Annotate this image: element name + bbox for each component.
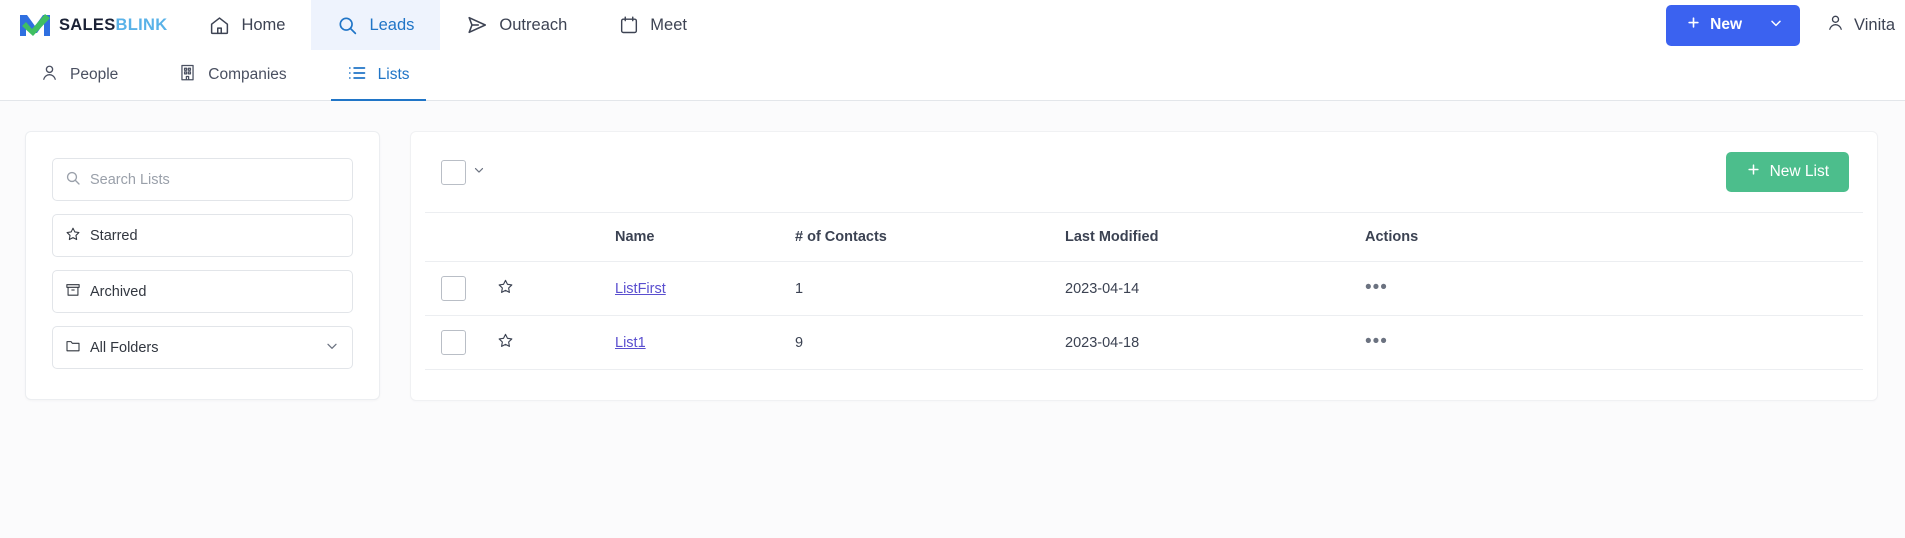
search-icon — [337, 15, 358, 36]
chevron-down-icon[interactable] — [472, 163, 486, 182]
top-nav-right-actions: New Vinita — [1666, 0, 1905, 50]
new-list-button-label: New List — [1769, 163, 1829, 180]
ellipsis-icon[interactable]: ••• — [1365, 331, 1388, 352]
list-name-link[interactable]: ListFirst — [615, 281, 666, 297]
user-name: Vinita — [1854, 15, 1895, 34]
archive-icon — [65, 282, 81, 302]
tab-people[interactable]: People — [10, 50, 148, 100]
column-header-modified[interactable]: Last Modified — [1065, 212, 1365, 262]
column-header-star — [497, 212, 615, 262]
lists-sidebar: Search Lists Starred Archived All Folder… — [25, 131, 380, 400]
row-actions-cell: ••• — [1365, 315, 1863, 370]
sidebar-item-archived-label: Archived — [90, 283, 147, 300]
new-list-button[interactable]: New List — [1725, 152, 1849, 192]
brand-name-part1: SALES — [59, 15, 116, 34]
brand-logo[interactable]: SALESBLINK — [0, 0, 183, 50]
tab-companies-label: Companies — [208, 66, 287, 83]
chevron-down-icon — [1768, 15, 1784, 36]
chevron-down-icon[interactable] — [324, 338, 340, 358]
tab-lists-label: Lists — [377, 66, 410, 83]
table-header-row: Name # of Contacts Last Modified Actions — [425, 212, 1863, 262]
app-page: SALESBLINK Home Leads Outreach Meet New … — [0, 0, 1905, 538]
sidebar-item-archived[interactable]: Archived — [52, 270, 353, 313]
top-navigation-bar: SALESBLINK Home Leads Outreach Meet New … — [0, 0, 1905, 50]
row-last-modified-cell: 2023-04-18 — [1065, 315, 1365, 370]
column-header-select — [425, 212, 497, 262]
building-icon — [178, 63, 197, 87]
row-contacts-cell: 1 — [795, 261, 1065, 316]
row-contacts-cell: 9 — [795, 315, 1065, 370]
nav-item-home[interactable]: Home — [183, 0, 311, 50]
tab-lists[interactable]: Lists — [317, 50, 440, 101]
select-all-checkbox[interactable] — [441, 159, 466, 185]
column-header-name[interactable]: Name — [615, 212, 795, 262]
user-menu[interactable]: Vinita — [1826, 13, 1905, 37]
lists-table-body: ListFirst 1 2023-04-14 ••• List1 9 2023-… — [425, 261, 1863, 370]
brand-name: SALESBLINK — [59, 16, 167, 35]
row-checkbox[interactable] — [441, 330, 466, 355]
brand-name-part2: BLINK — [115, 15, 168, 34]
nav-item-leads-label: Leads — [369, 15, 415, 34]
star-icon[interactable] — [497, 332, 514, 353]
home-icon — [209, 15, 230, 36]
nav-item-outreach[interactable]: Outreach — [440, 0, 593, 50]
select-all-control[interactable] — [441, 159, 486, 185]
tab-companies[interactable]: Companies — [148, 50, 316, 100]
star-icon — [65, 226, 81, 246]
nav-item-meet-label: Meet — [650, 15, 687, 34]
list-name-link[interactable]: List1 — [615, 335, 646, 351]
row-checkbox[interactable] — [441, 276, 466, 301]
ellipsis-icon[interactable]: ••• — [1365, 277, 1388, 298]
page-content: Search Lists Starred Archived All Folder… — [0, 101, 1905, 401]
tab-people-label: People — [70, 66, 119, 83]
search-lists-field[interactable]: Search Lists — [52, 158, 353, 201]
new-button-label: New — [1710, 16, 1743, 33]
sidebar-item-starred[interactable]: Starred — [52, 214, 353, 257]
primary-nav-items: Home Leads Outreach Meet — [183, 0, 713, 50]
row-last-modified-cell: 2023-04-14 — [1065, 261, 1365, 316]
calendar-icon — [619, 15, 639, 35]
person-icon — [40, 63, 59, 87]
sidebar-item-all-folders-label: All Folders — [90, 339, 159, 356]
lists-table-head: Name # of Contacts Last Modified Actions — [425, 212, 1863, 262]
row-star-cell[interactable] — [497, 315, 615, 370]
row-actions-cell: ••• — [1365, 261, 1863, 316]
salesblink-logo-icon — [18, 12, 52, 38]
nav-item-outreach-label: Outreach — [499, 15, 568, 34]
table-row[interactable]: ListFirst 1 2023-04-14 ••• — [425, 261, 1863, 316]
search-icon — [65, 170, 81, 190]
lists-table-panel: New List Name # of Contacts Last Modifie… — [410, 131, 1878, 401]
plus-icon — [1746, 162, 1761, 182]
list-icon — [347, 63, 367, 88]
row-select-cell[interactable] — [425, 315, 497, 370]
lists-toolbar: New List — [425, 148, 1863, 212]
table-row[interactable]: List1 9 2023-04-18 ••• — [425, 315, 1863, 370]
leads-sub-navigation: People Companies Lists — [0, 50, 1905, 101]
column-header-contacts[interactable]: # of Contacts — [795, 212, 1065, 262]
row-star-cell[interactable] — [497, 261, 615, 316]
row-select-cell[interactable] — [425, 261, 497, 316]
search-lists-placeholder: Search Lists — [90, 171, 170, 188]
lists-table: Name # of Contacts Last Modified Actions — [425, 212, 1863, 370]
user-icon — [1826, 13, 1845, 37]
nav-item-leads[interactable]: Leads — [311, 0, 441, 50]
nav-item-meet[interactable]: Meet — [593, 0, 713, 50]
new-button-dropdown-toggle[interactable] — [1762, 15, 1800, 36]
new-button[interactable]: New — [1666, 4, 1801, 46]
row-name-cell: ListFirst — [615, 261, 795, 316]
column-header-actions: Actions — [1365, 212, 1863, 262]
row-name-cell: List1 — [615, 315, 795, 370]
sidebar-item-all-folders[interactable]: All Folders — [52, 326, 353, 369]
plus-icon — [1686, 15, 1701, 35]
star-icon[interactable] — [497, 278, 514, 299]
send-icon — [466, 14, 488, 36]
nav-item-home-label: Home — [241, 15, 286, 34]
folder-icon — [65, 338, 81, 358]
sidebar-item-starred-label: Starred — [90, 227, 138, 244]
